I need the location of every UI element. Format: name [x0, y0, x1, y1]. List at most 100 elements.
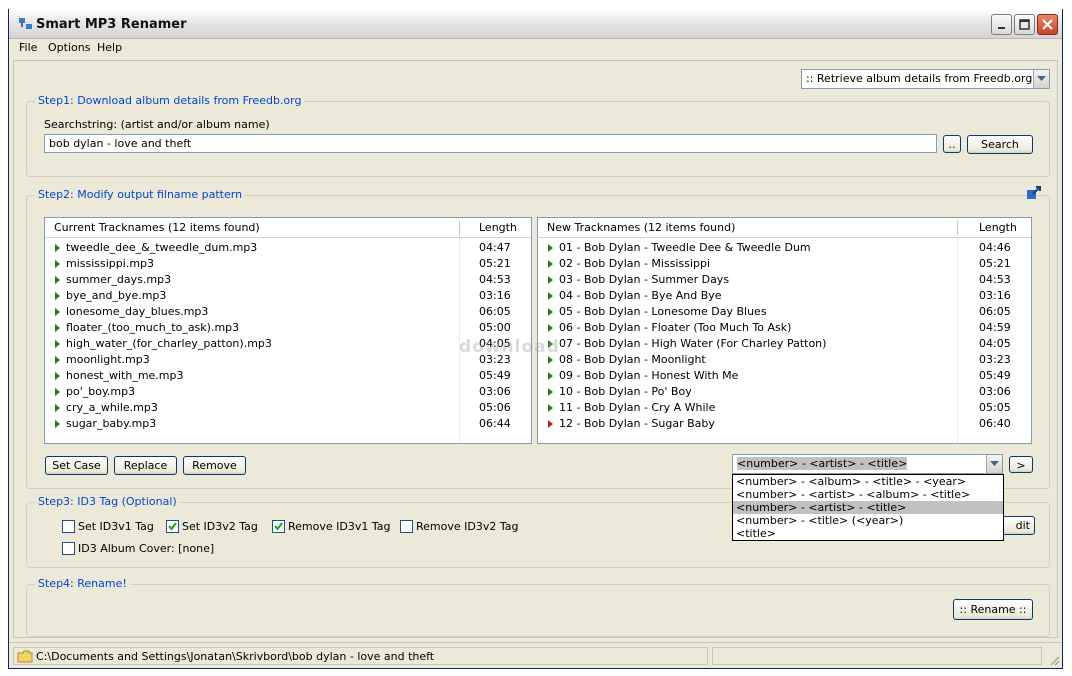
remove-id3v2-box[interactable]: [400, 520, 413, 533]
track-name: high_water_(for_charley_patton).mp3: [66, 337, 272, 350]
table-row[interactable]: 12 - Bob Dylan - Sugar Baby 06:40: [538, 416, 1031, 432]
menu-options[interactable]: Options: [48, 41, 90, 54]
pattern-edit-icon[interactable]: [1026, 185, 1042, 201]
track-length: 03:06: [979, 385, 1011, 398]
chevron-down-icon: [990, 461, 999, 466]
table-row[interactable]: 02 - Bob Dylan - Mississippi 05:21: [538, 256, 1031, 272]
step1-title: Step1: Download album details from Freed…: [35, 94, 305, 107]
new-tracks-list[interactable]: New Tracknames (12 items found) Length 0…: [537, 217, 1032, 444]
table-row[interactable]: 06 - Bob Dylan - Floater (Too Much To As…: [538, 320, 1031, 336]
close-button[interactable]: [1037, 14, 1058, 35]
watermark: download: [459, 337, 560, 357]
album-cover-box[interactable]: [62, 542, 75, 555]
search-input[interactable]: bob dylan - love and theft: [44, 134, 937, 153]
set-id3v1-checkbox[interactable]: Set ID3v1 Tag: [62, 520, 154, 533]
pattern-options: <number> - <album> - <title> - <year> <nu…: [733, 475, 1003, 540]
table-row[interactable]: 07 - Bob Dylan - High Water (For Charley…: [538, 336, 1031, 352]
pattern-select-arrow[interactable]: [986, 455, 1002, 473]
table-row[interactable]: po'_boy.mp3 03:06: [45, 384, 531, 400]
row-arrow-icon: [548, 276, 553, 284]
row-arrow-icon: [548, 356, 553, 364]
pattern-select-value: <number> - <artist> - <title>: [737, 457, 908, 470]
current-tracks-list[interactable]: Current Tracknames (12 items found) Leng…: [44, 217, 532, 444]
set-id3v2-box[interactable]: [166, 520, 179, 533]
remove-id3v2-checkbox[interactable]: Remove ID3v2 Tag: [400, 520, 518, 533]
source-select[interactable]: :: Retrieve album details from Freedb.or…: [801, 69, 1050, 89]
table-row[interactable]: 05 - Bob Dylan - Lonesome Day Blues 06:05: [538, 304, 1031, 320]
table-row[interactable]: bye_and_bye.mp3 03:16: [45, 288, 531, 304]
table-row[interactable]: summer_days.mp3 04:53: [45, 272, 531, 288]
new-name-column[interactable]: New Tracknames (12 items found): [547, 221, 735, 234]
table-row[interactable]: honest_with_me.mp3 05:49: [45, 368, 531, 384]
step3-title: Step3: ID3 Tag (Optional): [35, 495, 180, 508]
pattern-option[interactable]: <title>: [733, 527, 1003, 540]
table-row[interactable]: floater_(too_much_to_ask).mp3 05:00: [45, 320, 531, 336]
row-arrow-icon: [55, 420, 60, 428]
current-length-column[interactable]: Length: [479, 221, 517, 234]
pattern-option[interactable]: <number> - <title> (<year>): [733, 514, 1003, 527]
table-row[interactable]: mississippi.mp3 05:21: [45, 256, 531, 272]
set-case-button[interactable]: Set Case: [45, 456, 108, 475]
row-arrow-icon: [55, 308, 60, 316]
current-tracks-header: Current Tracknames (12 items found) Leng…: [45, 218, 531, 238]
remove-id3v1-box[interactable]: [272, 520, 285, 533]
table-row[interactable]: 09 - Bob Dylan - Honest With Me 05:49: [538, 368, 1031, 384]
set-id3v1-box[interactable]: [62, 520, 75, 533]
set-id3v2-checkbox[interactable]: Set ID3v2 Tag: [166, 520, 258, 533]
remove-id3v2-label: Remove ID3v2 Tag: [416, 520, 519, 533]
track-name: summer_days.mp3: [66, 273, 172, 286]
search-button[interactable]: Search: [967, 135, 1033, 154]
table-row[interactable]: 10 - Bob Dylan - Po' Boy 03:06: [538, 384, 1031, 400]
column-divider[interactable]: [459, 221, 460, 235]
remove-button[interactable]: Remove: [183, 456, 246, 475]
column-divider[interactable]: [957, 221, 958, 235]
track-length: 04:46: [979, 241, 1011, 254]
table-row[interactable]: 01 - Bob Dylan - Tweedle Dee & Tweedle D…: [538, 240, 1031, 256]
pattern-option[interactable]: <number> - <artist> - <title>: [733, 501, 1003, 514]
table-row[interactable]: 04 - Bob Dylan - Bye And Bye 03:16: [538, 288, 1031, 304]
browse-button[interactable]: ..: [943, 135, 961, 153]
table-row[interactable]: tweedle_dee_&_tweedle_dum.mp3 04:47: [45, 240, 531, 256]
current-name-column[interactable]: Current Tracknames (12 items found): [54, 221, 260, 234]
maximize-button[interactable]: [1014, 14, 1035, 35]
track-name: 04 - Bob Dylan - Bye And Bye: [559, 289, 722, 302]
source-select-value: :: Retrieve album details from Freedb.or…: [806, 72, 1044, 85]
track-name: 02 - Bob Dylan - Mississippi: [559, 257, 711, 270]
menu-file[interactable]: File: [19, 41, 37, 54]
track-name: bye_and_bye.mp3: [66, 289, 167, 302]
row-arrow-icon: [55, 260, 60, 268]
replace-button[interactable]: Replace: [114, 456, 177, 475]
track-length: 03:23: [979, 353, 1011, 366]
status-path-pane: C:\Documents and Settings\Jonatan\Skrivb…: [13, 647, 708, 665]
pattern-select[interactable]: <number> - <artist> - <title>: [732, 454, 1003, 474]
track-length: 05:21: [979, 257, 1011, 270]
checkmark-icon: [274, 522, 283, 531]
pattern-option[interactable]: <number> - <artist> - <album> - <title>: [733, 488, 1003, 501]
minimize-button[interactable]: [991, 14, 1012, 35]
table-row[interactable]: sugar_baby.mp3 06:44: [45, 416, 531, 432]
album-cover-checkbox[interactable]: ID3 Album Cover: [none]: [62, 542, 214, 555]
remove-id3v1-label: Remove ID3v1 Tag: [288, 520, 391, 533]
title-bar[interactable]: Smart MP3 Renamer: [9, 9, 1062, 39]
pattern-dropdown-list[interactable]: <number> - <album> - <title> - <year> <nu…: [732, 474, 1004, 541]
table-row[interactable]: 03 - Bob Dylan - Summer Days 04:53: [538, 272, 1031, 288]
row-arrow-icon: [55, 404, 60, 412]
table-row[interactable]: lonesome_day_blues.mp3 06:05: [45, 304, 531, 320]
track-length: 05:06: [479, 401, 511, 414]
source-select-arrow[interactable]: [1033, 70, 1049, 88]
track-length: 03:06: [479, 385, 511, 398]
resize-grip-icon[interactable]: [1048, 654, 1060, 666]
menu-help[interactable]: Help: [97, 41, 122, 54]
table-row[interactable]: 11 - Bob Dylan - Cry A While 05:05: [538, 400, 1031, 416]
track-name: mississippi.mp3: [66, 257, 155, 270]
rename-button[interactable]: :: Rename ::: [953, 599, 1033, 620]
track-length: 04:53: [979, 273, 1011, 286]
table-row[interactable]: 08 - Bob Dylan - Moonlight 03:23: [538, 352, 1031, 368]
track-length: 05:00: [479, 321, 511, 334]
table-row[interactable]: cry_a_while.mp3 05:06: [45, 400, 531, 416]
pattern-option[interactable]: <number> - <album> - <title> - <year>: [733, 475, 1003, 488]
track-name: moonlight.mp3: [66, 353, 150, 366]
remove-id3v1-checkbox[interactable]: Remove ID3v1 Tag: [272, 520, 390, 533]
new-length-column[interactable]: Length: [979, 221, 1017, 234]
apply-pattern-button[interactable]: >: [1009, 456, 1033, 473]
